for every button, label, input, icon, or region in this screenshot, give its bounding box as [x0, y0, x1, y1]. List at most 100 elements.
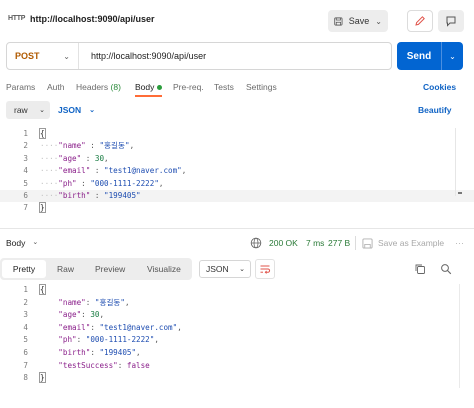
json-value: "199405" [104, 191, 141, 200]
save-button[interactable]: Save ⌄ [328, 10, 388, 32]
json-value: "홍길동" [94, 297, 125, 307]
code-line: 4 "email": "test1@naver.com", [0, 322, 474, 334]
cookies-link[interactable]: Cookies [423, 81, 456, 93]
request-scrollbar-thumb[interactable] [458, 192, 462, 194]
json-key: "email" [58, 166, 91, 176]
tab-auth[interactable]: Auth [47, 81, 65, 93]
http-icon: HTTP [8, 15, 26, 22]
line-number: 3 [23, 310, 28, 320]
chevron-down-icon: ⌄ [32, 239, 39, 246]
pane-divider[interactable] [0, 228, 474, 229]
code-line: 5 ····"ph" : "000-1111-2222", [0, 178, 474, 190]
tab-headers[interactable]: Headers (8) [76, 81, 121, 93]
line-number: 3 [23, 153, 28, 163]
edit-button[interactable] [407, 10, 433, 32]
json-key: "ph" [58, 335, 77, 345]
request-scrollbar[interactable] [455, 128, 463, 196]
code-line: 1{ [0, 284, 474, 296]
tab-headers-label: Headers [76, 82, 109, 92]
response-size[interactable]: 277 B [328, 237, 350, 249]
body-indicator-dot [157, 85, 163, 91]
save-as-example-label: Save as Example [378, 238, 445, 248]
body-mode-label: raw [14, 105, 28, 115]
line-number: 8 [23, 373, 28, 383]
request-tab-title[interactable]: http://localhost:9090/api/user [30, 13, 155, 25]
close-brace: } [39, 372, 46, 384]
json-value: "199405" [99, 348, 137, 357]
code-line: 3 ····"age" : 30, [0, 153, 474, 165]
tab-preview[interactable]: Preview [95, 263, 125, 275]
line-number: 5 [23, 178, 28, 188]
send-button[interactable]: Send ⌄ [397, 42, 463, 70]
code-line: 2 ····"name" : "홍길동", [0, 140, 474, 152]
comment-button[interactable] [438, 10, 464, 32]
chevron-down-icon: ⌄ [89, 107, 96, 114]
tab-visualize[interactable]: Visualize [147, 263, 181, 275]
line-number: 4 [23, 322, 28, 332]
headers-count: (8) [110, 82, 121, 92]
body-mode-select[interactable]: raw ⌄ [6, 101, 50, 119]
request-body-editor[interactable]: 1{ 2 ····"name" : "홍길동", 3 ····"age" : 30,… [0, 128, 474, 214]
save-icon [334, 16, 343, 26]
tab-settings[interactable]: Settings [246, 81, 277, 93]
save-label: Save [348, 16, 370, 26]
response-body-viewer[interactable]: 1{ 2 "name": "홍길동", 3 "age": 30, 4 "emai… [0, 284, 474, 388]
json-key: "age" [58, 153, 82, 163]
method-label: POST [15, 51, 40, 61]
code-line: 6 "birth": "199405", [0, 347, 474, 359]
chevron-down-icon[interactable]: ⌄ [442, 52, 463, 61]
tab-params[interactable]: Params [6, 81, 35, 93]
tab-tests[interactable]: Tests [214, 81, 234, 93]
line-number: 6 [23, 191, 28, 200]
response-format-select[interactable]: JSON ⌄ [199, 260, 251, 278]
active-tab-indicator [135, 95, 162, 97]
code-line: 6 ····"birth" : "199405" [0, 190, 474, 203]
line-number: 1 [23, 285, 28, 294]
line-number: 5 [23, 335, 28, 345]
body-language-select[interactable]: JSON ⌄ [58, 101, 95, 119]
wrap-lines-button[interactable] [255, 259, 275, 279]
comment-icon [446, 16, 456, 27]
response-scrollbar[interactable] [459, 284, 464, 388]
divider [355, 236, 356, 250]
send-label: Send [406, 50, 432, 62]
json-value: false [126, 360, 150, 370]
save-icon [362, 237, 373, 249]
response-body-label: Body [6, 238, 26, 248]
line-number: 7 [23, 360, 28, 370]
json-key: "birth" [58, 348, 91, 357]
json-key: "age" [58, 310, 82, 320]
json-value: "test1@naver.com" [99, 322, 178, 332]
top-bar: HTTP http://localhost:9090/api/user Save… [0, 0, 474, 40]
status-code[interactable]: 200 OK [269, 237, 298, 249]
json-key: "testSuccess" [58, 360, 118, 370]
search-icon[interactable] [440, 263, 452, 275]
url-input[interactable] [79, 43, 391, 69]
open-brace: { [39, 284, 46, 295]
json-key: "name" [58, 297, 86, 307]
copy-icon[interactable] [414, 263, 426, 275]
tab-raw[interactable]: Raw [57, 263, 74, 275]
json-key: "birth" [58, 191, 91, 200]
more-icon[interactable]: ⋯ [455, 237, 464, 249]
save-as-example-button[interactable]: Save as Example [362, 237, 444, 249]
globe-icon[interactable] [250, 237, 262, 249]
code-line: 4 ····"email" : "test1@naver.com", [0, 165, 474, 177]
response-time[interactable]: 7 ms [306, 237, 324, 249]
tab-prereq[interactable]: Pre-req. [173, 81, 204, 93]
json-value: "test1@naver.com" [104, 166, 182, 176]
tab-body[interactable]: Body [135, 81, 163, 93]
json-key: "ph" [58, 178, 77, 188]
chevron-down-icon: ⌄ [63, 51, 70, 61]
tab-body-label: Body [135, 82, 155, 92]
tab-pretty[interactable]: Pretty [2, 260, 46, 278]
code-line: 8} [0, 372, 474, 384]
url-bar: POST ⌄ [6, 42, 392, 70]
beautify-link[interactable]: Beautify [418, 104, 452, 116]
response-body-toggle[interactable]: Body ⌄ [6, 237, 38, 249]
json-value: "000-1111-2222" [90, 178, 159, 188]
chevron-down-icon[interactable]: ⌄ [375, 17, 382, 26]
chevron-down-icon: ⌄ [39, 107, 45, 114]
close-brace: } [39, 202, 46, 214]
method-select[interactable]: POST ⌄ [7, 43, 79, 69]
